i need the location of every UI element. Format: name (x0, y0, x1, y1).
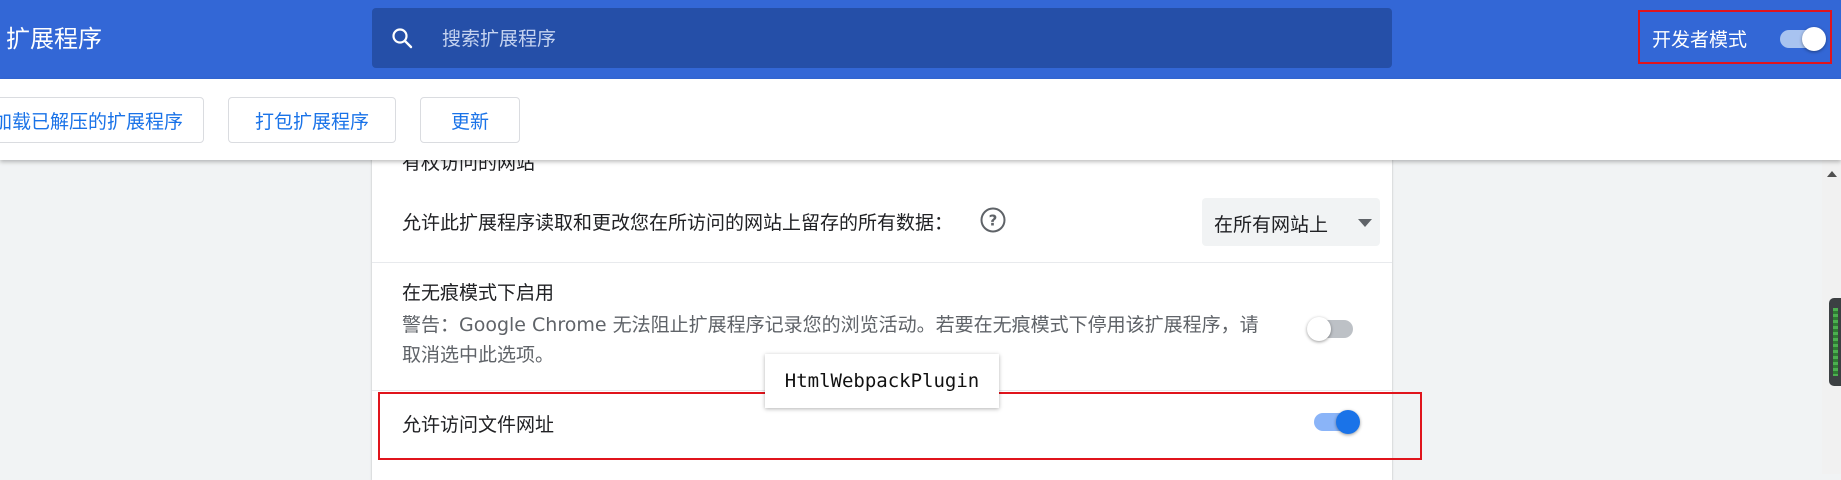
toggle-knob (1802, 27, 1826, 51)
pack-extension-button[interactable]: 打包扩展程序 (228, 97, 396, 143)
side-widget[interactable] (1829, 298, 1841, 386)
tooltip: HtmlWebpackPlugin (765, 354, 999, 408)
help-circle-icon[interactable]: ? (979, 206, 1007, 234)
developer-mode-toggle[interactable] (1778, 26, 1828, 51)
site-access-description: 允许此扩展程序读取和更改您在所访问的网站上留存的所有数据： (402, 212, 954, 234)
top-bar: 扩展程序 开发者模式 (0, 0, 1841, 79)
toolbar: 加载已解压的扩展程序 打包扩展程序 更新 (0, 79, 1841, 160)
developer-mode-control: 开发者模式 (1638, 10, 1832, 64)
scroll-up-arrow-icon[interactable] (1827, 171, 1837, 177)
search-input[interactable] (440, 8, 1344, 70)
developer-mode-label: 开发者模式 (1652, 29, 1748, 51)
incognito-toggle[interactable] (1307, 315, 1361, 343)
site-access-select[interactable]: 在所有网站上 (1202, 198, 1380, 246)
svg-text:?: ? (989, 212, 998, 230)
incognito-title: 在无痕模式下启用 (402, 282, 555, 304)
load-unpacked-button[interactable]: 加载已解压的扩展程序 (0, 97, 204, 143)
level-meter-icon (1833, 308, 1838, 376)
search-bar[interactable] (372, 8, 1392, 70)
load-unpacked-label: 加载已解压的扩展程序 (0, 110, 183, 133)
page-title: 扩展程序 (6, 25, 102, 53)
update-button[interactable]: 更新 (420, 97, 520, 143)
search-icon[interactable] (390, 26, 414, 50)
toggle-knob (1307, 317, 1331, 341)
site-access-selected: 在所有网站上 (1214, 214, 1329, 236)
arrow-drop-down-icon (1358, 219, 1372, 227)
divider (372, 262, 1392, 263)
